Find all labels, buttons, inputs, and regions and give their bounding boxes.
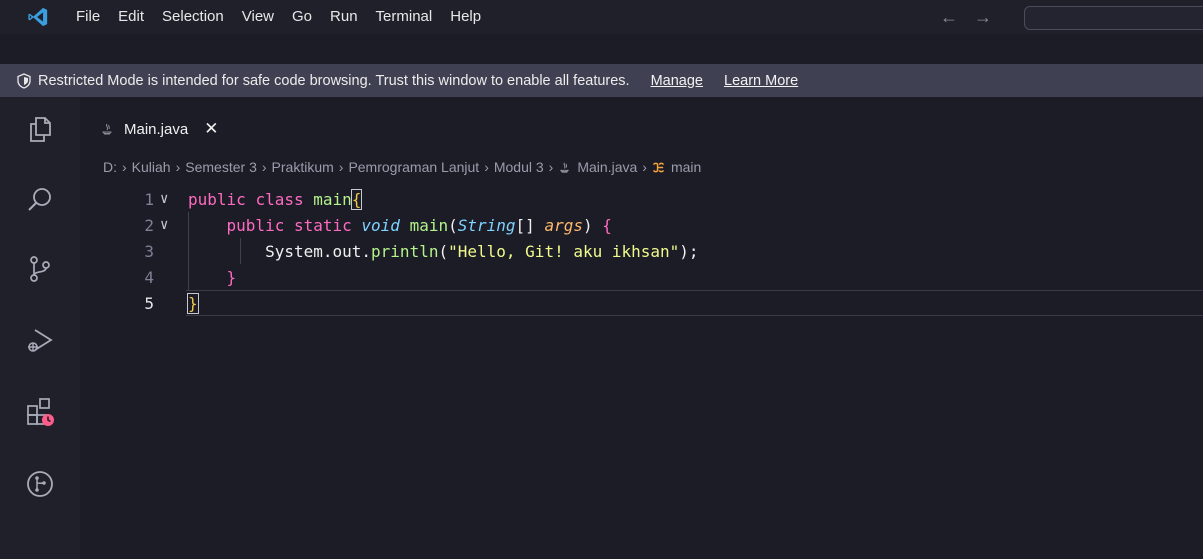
paren: ( [448, 215, 458, 235]
breadcrumb-item[interactable]: Kuliah [132, 159, 171, 175]
tab-main-java[interactable]: Main.java ✕ [100, 115, 218, 143]
search-icon[interactable] [25, 185, 55, 215]
type: String [457, 215, 516, 235]
brace: { [602, 215, 612, 235]
breadcrumb-separator: › [548, 159, 554, 175]
breadcrumb-item[interactable]: D: [103, 159, 117, 175]
line-number: 4 [144, 267, 154, 287]
breadcrumb: D: › Kuliah › Semester 3 › Praktikum › P… [103, 156, 701, 178]
breadcrumb-separator: › [175, 159, 181, 175]
brace: } [187, 292, 199, 314]
breadcrumb-separator: › [338, 159, 344, 175]
keyword: public [226, 215, 285, 235]
tab-label: Main.java [124, 120, 189, 138]
line-number: 5 [144, 293, 154, 313]
vscode-logo-icon [28, 7, 48, 27]
class-name: main [313, 189, 352, 209]
fold-chevron-icon[interactable]: ∨ [160, 191, 168, 207]
git-graph-icon[interactable] [25, 469, 55, 499]
paren: ( [438, 241, 449, 261]
source-control-icon[interactable] [25, 254, 55, 284]
paren: ); [679, 241, 699, 261]
extensions-icon[interactable] [25, 397, 55, 427]
title-bar: File Edit Selection View Go Run Terminal… [0, 0, 1203, 34]
code-line[interactable]: 3 System.out.println("Hello, Git! aku ik… [80, 238, 1203, 264]
restricted-mode-text: Restricted Mode is intended for safe cod… [38, 72, 630, 89]
object-ref: System.out. [265, 241, 372, 261]
code-text: } [188, 267, 237, 287]
shield-icon [17, 72, 31, 89]
string-literal: "Hello, Git! aku ikhsan" [448, 241, 680, 261]
menu-go[interactable]: Go [283, 0, 321, 34]
menu-run[interactable]: Run [321, 0, 367, 34]
menu-selection[interactable]: Selection [153, 0, 233, 34]
line-number: 1 [144, 189, 154, 209]
code-text: public class main{ [188, 188, 363, 210]
breadcrumb-separator: › [261, 159, 267, 175]
code-line[interactable]: 4 } [80, 264, 1203, 290]
explorer-icon[interactable] [25, 114, 55, 144]
brace: } [226, 267, 237, 287]
run-debug-icon[interactable] [25, 325, 55, 355]
line-number: 3 [144, 241, 154, 261]
code-editor[interactable]: 1 ∨ public class main{ 2 ∨ public static… [80, 186, 1203, 559]
method-name: main [409, 215, 449, 235]
breadcrumb-separator: › [484, 159, 489, 175]
manage-link[interactable]: Manage [651, 73, 703, 89]
close-icon[interactable]: ✕ [204, 119, 218, 139]
restricted-mode-banner: Restricted Mode is intended for safe cod… [0, 64, 1203, 97]
code-line[interactable]: 1 ∨ public class main{ [80, 186, 1203, 212]
menu-terminal[interactable]: Terminal [367, 0, 442, 34]
java-file-icon [102, 123, 112, 135]
breadcrumb-item[interactable]: Main.java [577, 159, 637, 175]
method-call: println [371, 241, 439, 261]
learn-more-link[interactable]: Learn More [724, 73, 798, 89]
menu-view[interactable]: View [233, 0, 283, 34]
navigation-arrows: ← → [940, 0, 992, 34]
line-number: 2 [144, 215, 154, 235]
code-line[interactable]: 5 } [80, 290, 1203, 316]
menu-edit[interactable]: Edit [109, 0, 153, 34]
menu-file[interactable]: File [67, 0, 109, 34]
method-symbol-icon [653, 162, 664, 172]
activity-bar [0, 97, 80, 559]
paren: ) [582, 215, 593, 235]
code-line[interactable]: 2 ∨ public static void main(String[] arg… [80, 212, 1203, 238]
code-text: public static void main(String[] args) { [188, 216, 612, 235]
fold-chevron-icon[interactable]: ∨ [160, 217, 168, 233]
breadcrumb-separator: › [122, 159, 127, 175]
breadcrumb-item[interactable]: Modul 3 [494, 159, 544, 175]
parameter: args [544, 215, 583, 235]
command-center-search[interactable] [1024, 6, 1203, 30]
keyword: public [188, 189, 246, 209]
back-arrow-icon[interactable]: ← [940, 7, 958, 28]
keyword: static [293, 215, 352, 235]
type: void [361, 215, 400, 235]
breadcrumb-item[interactable]: Pemrograman Lanjut [348, 159, 479, 175]
breadcrumb-item[interactable]: Praktikum [272, 159, 334, 175]
menu-help[interactable]: Help [441, 0, 490, 34]
breadcrumb-separator: › [642, 159, 647, 175]
code-text: } [187, 292, 199, 314]
array-brackets: [] [515, 215, 535, 235]
code-text: System.out.println("Hello, Git! aku ikhs… [188, 242, 699, 261]
breadcrumb-item[interactable]: main [671, 159, 701, 175]
brace: { [350, 188, 363, 210]
forward-arrow-icon[interactable]: → [974, 7, 992, 28]
keyword: class [255, 189, 304, 209]
menu-bar: File Edit Selection View Go Run Terminal… [67, 0, 490, 34]
breadcrumb-item[interactable]: Semester 3 [185, 159, 257, 175]
java-file-icon [560, 162, 570, 173]
